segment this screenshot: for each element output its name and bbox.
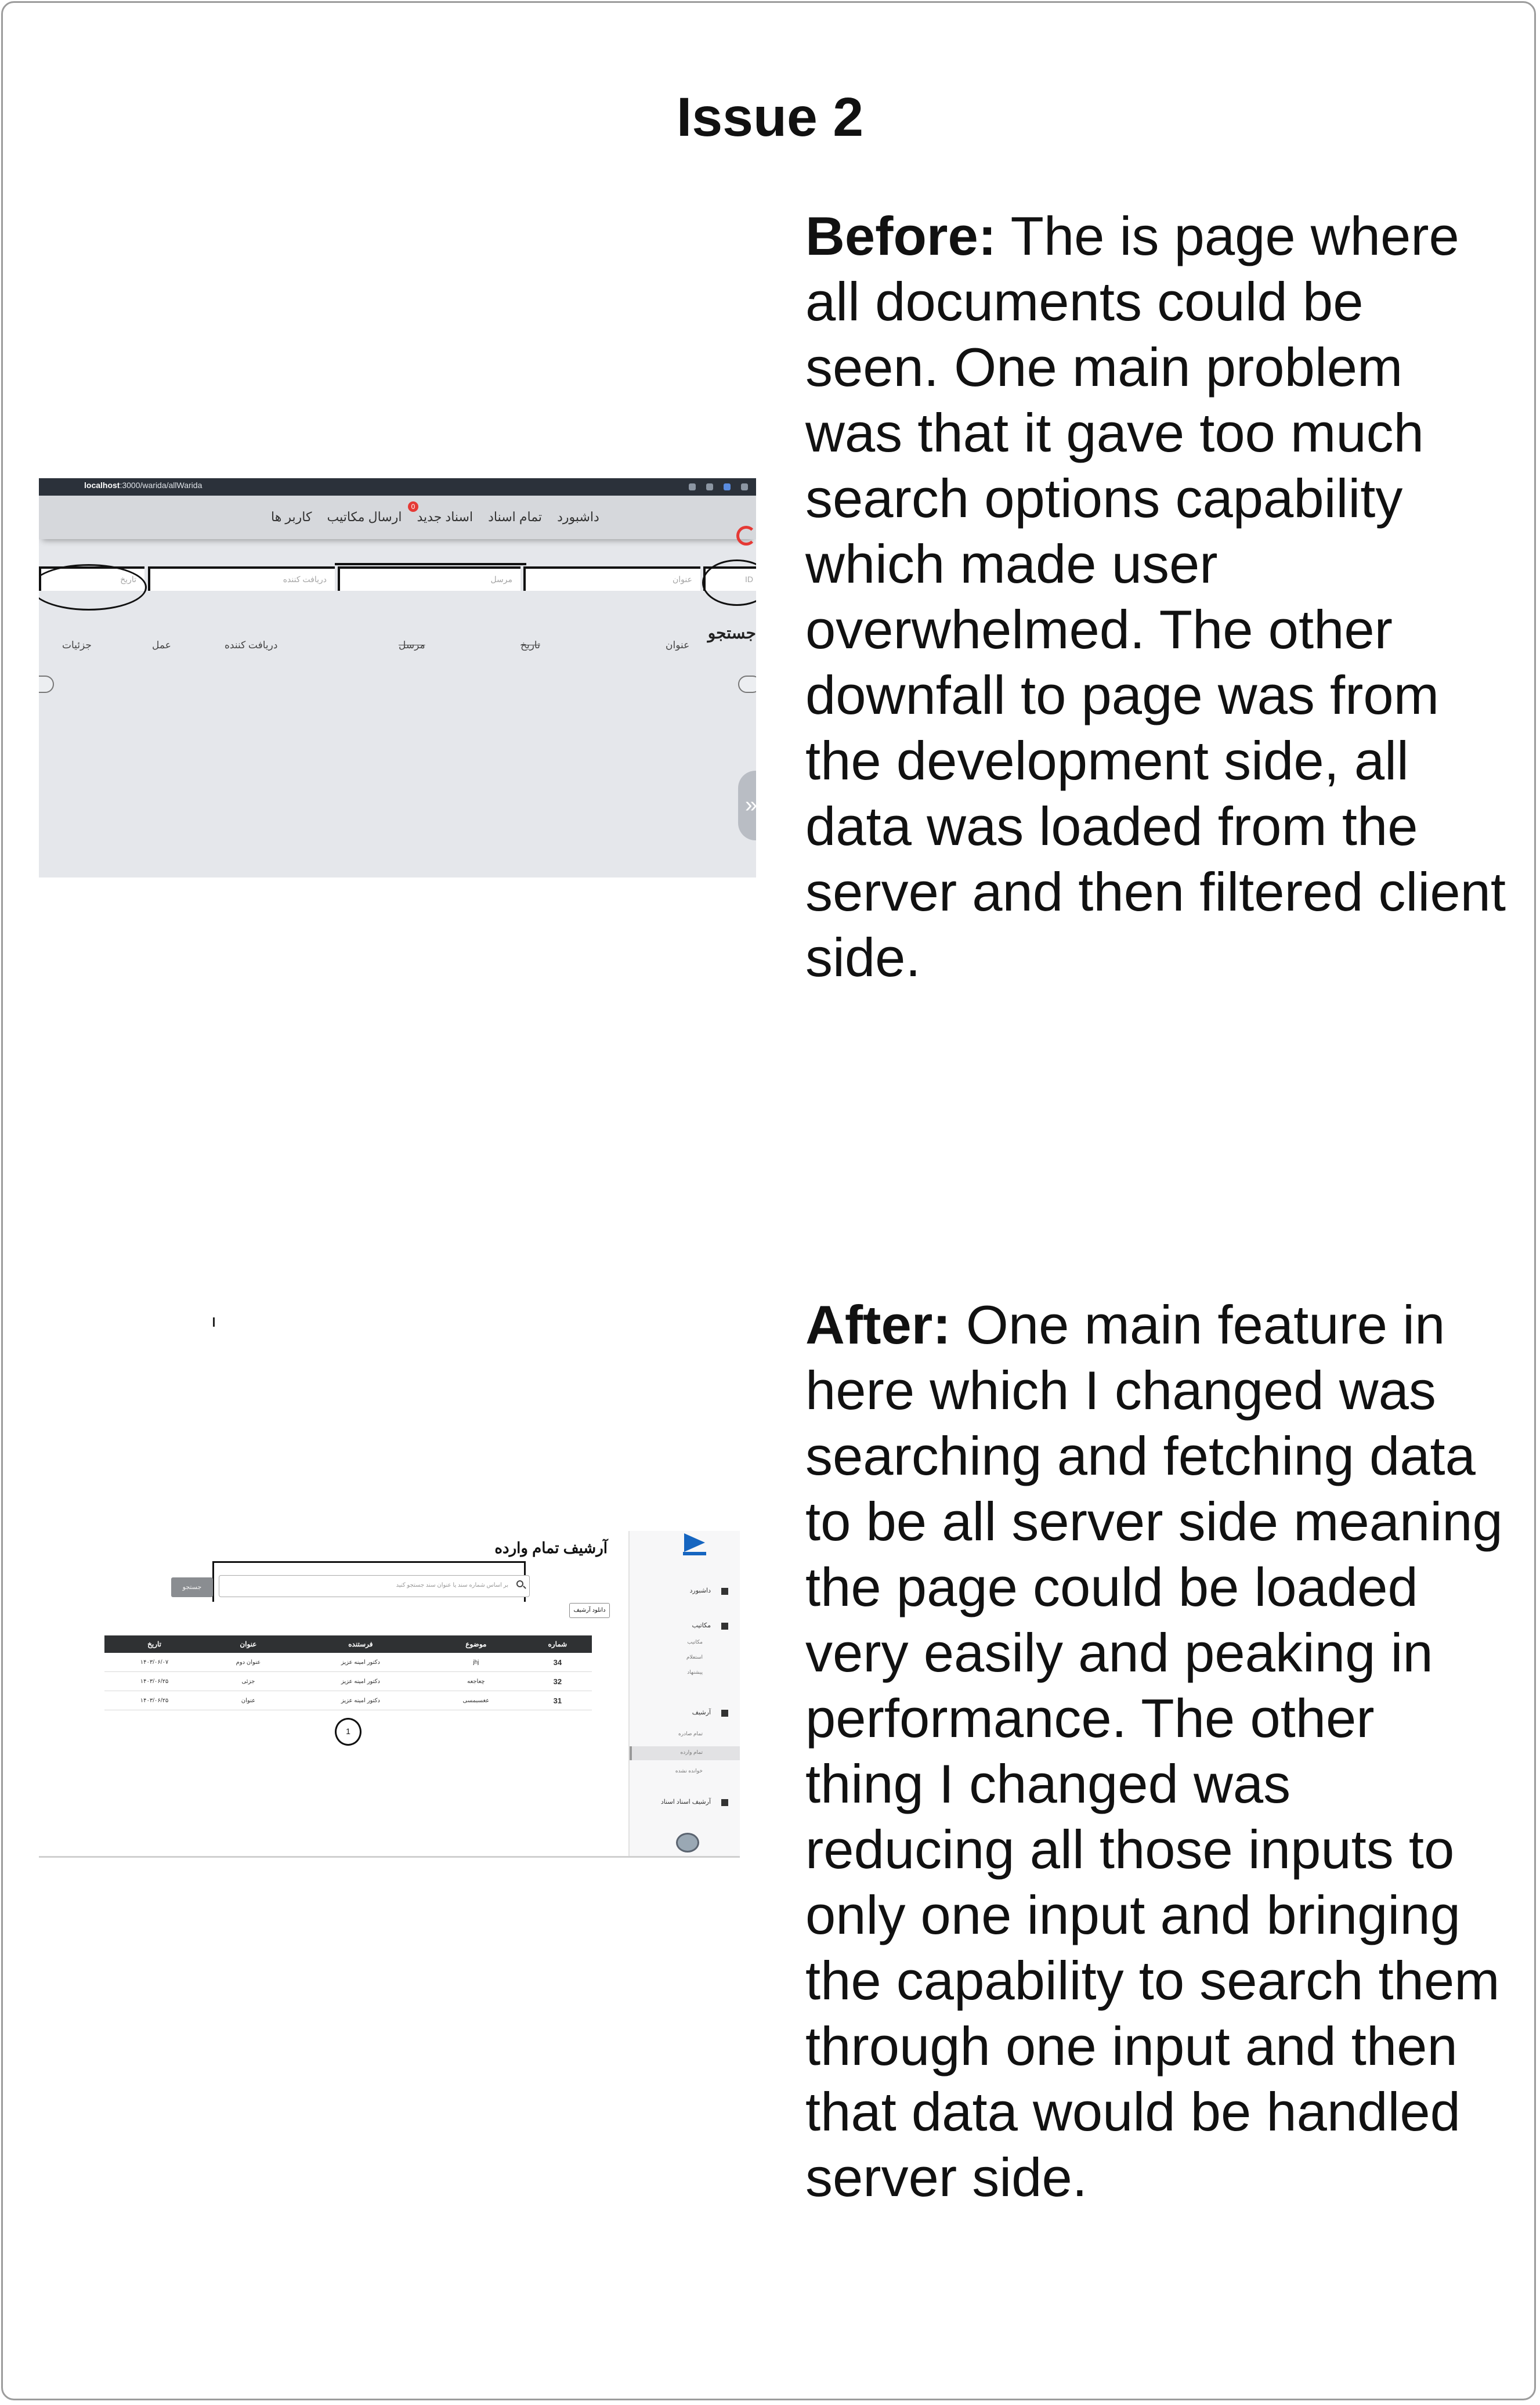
header-sender: فرستنده (292, 1635, 429, 1653)
search-icon (516, 1580, 523, 1587)
folder-icon (721, 1710, 728, 1717)
cell-date: ۱۴۰۳/۰۶/۲۵ (104, 1671, 205, 1691)
search-input[interactable]: بر اساس شماره سند یا عنوان سند جستجو کنی… (219, 1575, 530, 1597)
prev-page-button[interactable] (39, 676, 54, 693)
annotation-circle-date (39, 564, 147, 611)
table-row[interactable]: 31 عغسبمسی دکتور امینه عزیز عنوان ۱۴۰۳/۰… (104, 1691, 592, 1710)
floating-action-button[interactable]: » (738, 771, 756, 840)
double-chevron-icon: » (745, 793, 756, 818)
sidebar-item-dashboard[interactable]: داشبورد (690, 1587, 711, 1594)
cell-number: 32 (523, 1671, 592, 1691)
sidebar-sub-letters[interactable]: مکاتیب (687, 1639, 703, 1645)
download-archive-button[interactable]: دانلود آرشیف (569, 1603, 610, 1618)
after-paragraph: After: One main feature in here which I … (805, 1294, 1503, 2208)
sidebar-sub-unread[interactable]: خوانده نشده (675, 1768, 703, 1774)
before-paragraph: Before: The is page where all documents … (805, 205, 1506, 988)
stray-mark (213, 1317, 215, 1327)
cell-title: عنوان (204, 1691, 292, 1710)
star-icon (706, 483, 713, 490)
nav-dashboard[interactable]: داشبورد (557, 510, 599, 525)
header-title: عنوان (204, 1635, 292, 1653)
sidebar-icon (741, 483, 748, 490)
col-date: تاریخ (520, 640, 540, 651)
sidebar-item-users-archive[interactable]: آرشیف اسناد اسناد (661, 1798, 711, 1805)
search-button[interactable]: جستجو (171, 1577, 213, 1597)
logout-icon[interactable] (736, 526, 756, 546)
search-heading-cropped: جستجو (707, 624, 756, 642)
slide-title: Issue 2 (676, 86, 864, 148)
page-number-button[interactable]: 1 (335, 1718, 361, 1746)
browser-address-bar: localhost:3000/warida/allWarida (39, 478, 756, 496)
sidebar: داشبورد مکاتیب مکاتیب استعلام پیشنهاد آر… (628, 1531, 740, 1856)
cell-title: جزئی (204, 1671, 292, 1691)
nav-menu: داشبورد تمام اسناد اسناد جدید ارسال مکات… (271, 510, 599, 525)
table-row[interactable]: 32 چعاجعه دکتور امینه عزیز جزئی ۱۴۰۳/۰۶/… (104, 1671, 592, 1691)
before-screenshot: localhost:3000/warida/allWarida داشبورد … (39, 478, 756, 878)
sidebar-item-archive[interactable]: آرشیف (692, 1709, 711, 1716)
cell-sender: دکتور امینه عزیز (292, 1653, 429, 1672)
sidebar-sub-suggestion[interactable]: پیشنهاد (687, 1669, 703, 1675)
cell-date: ۱۴۰۳/۰۶/۲۵ (104, 1691, 205, 1710)
cell-subject: چعاجعه (429, 1671, 523, 1691)
sidebar-sub-all-incoming[interactable]: تمام وارده (681, 1749, 703, 1756)
puzzle-icon (724, 483, 731, 490)
cell-title: عنوان دوم (204, 1653, 292, 1672)
sidebar-sub-all-outgoing[interactable]: تمام صادره (678, 1731, 703, 1737)
title-input[interactable]: عنوان (523, 566, 700, 591)
after-screenshot: داشبورد مکاتیب مکاتیب استعلام پیشنهاد آر… (39, 1531, 740, 1858)
col-sender: مرسل (399, 640, 425, 651)
nav-all-documents[interactable]: تمام اسناد (488, 510, 542, 525)
sidebar-item-messages[interactable]: مکاتیب (692, 1622, 711, 1629)
next-page-button[interactable] (738, 676, 756, 693)
documents-table: شماره موضوع فرستنده عنوان تاریخ 34 jhj د… (104, 1635, 592, 1710)
cell-sender: دکتور امینه عزیز (292, 1691, 429, 1710)
app-logo-icon (684, 1533, 705, 1552)
cell-subject: عغسبمسی (429, 1691, 523, 1710)
header-number: شماره (523, 1635, 592, 1653)
col-details: جزئیات (62, 640, 92, 651)
extension-icon (689, 483, 696, 490)
col-title: عنوان (666, 640, 690, 651)
sender-input[interactable]: مرسل (338, 566, 520, 591)
page-title: آرشیف تمام وارده (494, 1539, 608, 1557)
cell-sender: دکتور امینه عزیز (292, 1671, 429, 1691)
notification-badge: 0 (408, 501, 418, 512)
header-date: تاریخ (104, 1635, 205, 1653)
messages-icon (721, 1623, 728, 1630)
header-subject: موضوع (429, 1635, 523, 1653)
avatar[interactable] (676, 1833, 699, 1853)
document-icon (721, 1799, 728, 1806)
col-receiver: دریافت کننده (225, 640, 278, 651)
cell-number: 34 (523, 1653, 592, 1672)
cell-subject: jhj (429, 1653, 523, 1672)
app-logo-bar (683, 1552, 706, 1555)
receiver-input[interactable]: دریافت کننده (148, 566, 335, 591)
cell-number: 31 (523, 1691, 592, 1710)
cell-date: ۱۴۰۳/۰۶/۰۷ (104, 1653, 205, 1672)
col-action: عمل (152, 640, 171, 651)
nav-users[interactable]: کاربر ها (271, 510, 312, 525)
address-url: localhost:3000/warida/allWarida (84, 481, 203, 490)
sidebar-sub-inquiry[interactable]: استعلام (686, 1654, 703, 1660)
dashboard-icon (721, 1588, 728, 1595)
top-navbar: داشبورد تمام اسناد اسناد جدید ارسال مکات… (39, 496, 756, 546)
nav-send-letters[interactable]: ارسال مکاتیب (327, 510, 402, 525)
annotation-line (335, 563, 526, 565)
table-row[interactable]: 34 jhj دکتور امینه عزیز عنوان دوم ۱۴۰۳/۰… (104, 1653, 592, 1672)
nav-new-documents[interactable]: اسناد جدید (417, 510, 473, 525)
